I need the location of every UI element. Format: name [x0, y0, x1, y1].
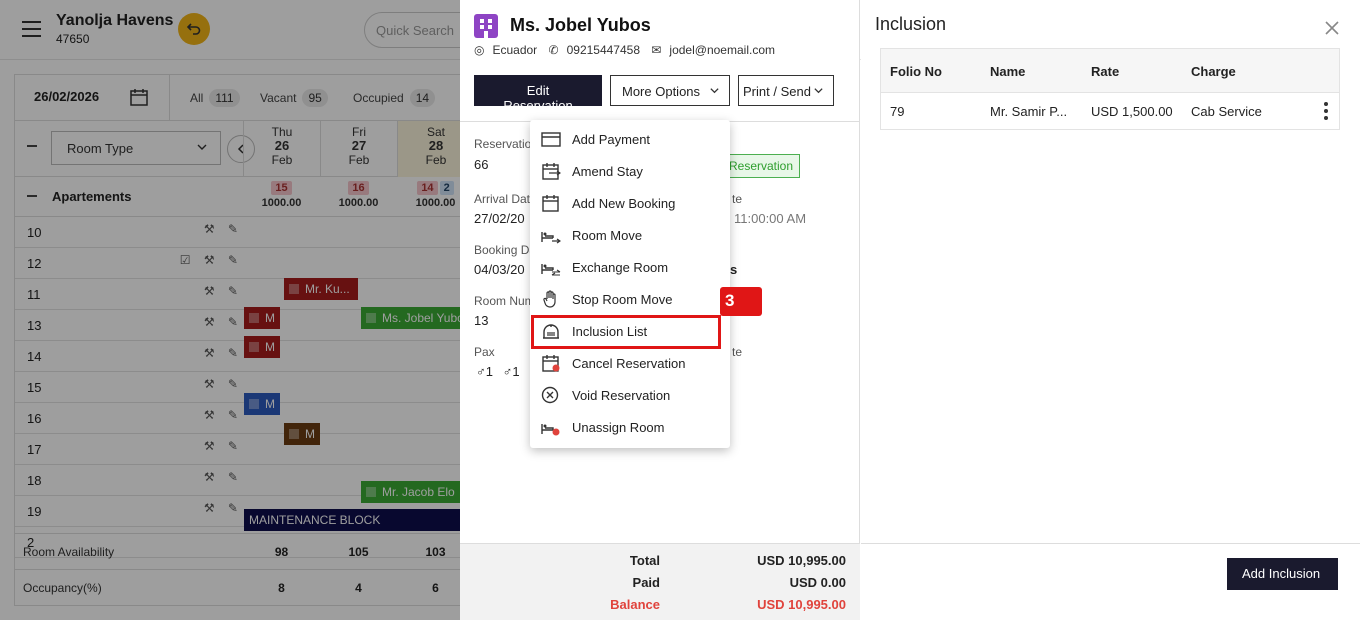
menu-item-void-reservation[interactable]: Void Reservation: [530, 379, 730, 411]
print-send-button[interactable]: Print / Send: [738, 75, 834, 106]
cell-name: Mr. Samir P...: [990, 104, 1068, 119]
guest-email: jodel@noemail.com: [669, 43, 775, 57]
hand-icon: [543, 290, 556, 308]
pax-values: ♂1 ♂1: [476, 364, 520, 379]
inclusion-table: Folio No Name Rate Charge 79 Mr. Samir P…: [880, 48, 1340, 130]
menu-item-label: Room Move: [572, 228, 643, 243]
menu-item-add-payment[interactable]: Add Payment: [530, 123, 730, 155]
total-value: USD 10,995.00: [757, 553, 846, 568]
balance-label: Balance: [610, 597, 660, 612]
child-icon: ♂: [502, 364, 513, 379]
arrival-label: Arrival Dat: [474, 192, 531, 206]
more-options-label: More Options: [622, 84, 701, 99]
circle-x-icon: [541, 386, 559, 404]
menu-item-exchange-room[interactable]: Exchange Room: [530, 251, 730, 283]
column-header: Name: [990, 64, 1026, 79]
menu-item-cancel-reservation[interactable]: Cancel Reservation: [530, 347, 730, 379]
column-header: Folio No: [890, 64, 942, 79]
menu-item-label: Amend Stay: [572, 164, 643, 179]
menu-item-label: Cancel Reservation: [572, 356, 686, 371]
divider: [861, 543, 1360, 544]
print-send-label: Print / Send: [743, 84, 811, 99]
column-header: Charge: [1191, 64, 1236, 79]
departure-label: te: [732, 192, 743, 206]
menu-item-label: Add New Booking: [572, 196, 676, 211]
booking-extra: s: [730, 262, 738, 277]
room-number-label: Room Num: [474, 294, 535, 308]
table-header: Folio No Name Rate Charge: [881, 49, 1339, 93]
balance-value: USD 10,995.00: [757, 597, 846, 612]
totals-summary: Total USD 10,995.00 Paid USD 0.00 Balanc…: [460, 543, 860, 620]
reservation-no-value: 66: [474, 157, 489, 172]
menu-item-label: Stop Room Move: [572, 292, 673, 307]
highlight-box: [531, 315, 721, 349]
menu-item-unassign-room[interactable]: Unassign Room: [530, 411, 730, 443]
guest-contact: ◎ Ecuador ✆ 09215447458 ✉ jodel@noemail.com: [474, 43, 783, 57]
paid-value: USD 0.00: [789, 575, 846, 590]
pax-children: 1: [512, 364, 520, 379]
column-header: Rate: [1091, 64, 1120, 79]
reservation-no-label: Reservatio: [474, 137, 532, 151]
modal-overlay[interactable]: [0, 0, 460, 620]
booking-date-value: 04/03/20: [474, 262, 525, 277]
menu-item-stop-room-move[interactable]: Stop Room Move: [530, 283, 730, 315]
guest-country: Ecuador: [492, 43, 538, 57]
pax-adults: 1: [485, 364, 493, 379]
guest-name: Ms. Jobel Yubos: [510, 15, 651, 35]
menu-item-label: Void Reservation: [572, 388, 671, 403]
row-actions-icon[interactable]: [1324, 102, 1328, 120]
booking-date-label: Booking Da: [474, 243, 537, 257]
bed-exchange-icon: [541, 264, 561, 276]
menu-item-label: Exchange Room: [572, 260, 669, 275]
pax-label: Pax: [474, 345, 495, 359]
adult-icon: ♂: [476, 364, 486, 379]
card-icon: [541, 132, 561, 147]
departure-time: 11:00:00 AM: [734, 211, 807, 226]
paid-label: Paid: [632, 575, 660, 590]
close-icon[interactable]: [1324, 20, 1340, 36]
calendar-cancel-icon: [542, 355, 560, 372]
cell-charge: Cab Service: [1191, 104, 1262, 119]
calendar-icon: [542, 195, 559, 212]
menu-item-amend-stay[interactable]: Amend Stay: [530, 155, 730, 187]
chevron-down-icon: [710, 88, 719, 94]
bed-unassign-icon: [541, 424, 560, 436]
status-badge: Reservation: [722, 154, 801, 178]
guest-phone: 09215447458: [566, 43, 641, 57]
menu-item-room-move[interactable]: Room Move: [530, 219, 730, 251]
inclusion-title: Inclusion: [875, 14, 947, 34]
bed-move-icon: [541, 232, 561, 244]
total-label: Total: [629, 553, 660, 568]
more-options-menu: Add Payment Amend Stay Add New Booking R…: [530, 120, 730, 448]
menu-item-add-new-booking[interactable]: Add New Booking: [530, 187, 730, 219]
edit-reservation-button[interactable]: Edit Reservation: [474, 75, 602, 113]
cell-rate: USD 1,500.00: [1091, 104, 1173, 119]
mail-icon: ✉: [651, 43, 662, 57]
chevron-down-icon: [814, 88, 823, 94]
add-inclusion-button[interactable]: Add Inclusion: [1227, 558, 1338, 590]
more-options-button[interactable]: More Options: [610, 75, 730, 106]
arrival-value: 27/02/20: [474, 211, 525, 226]
room-number-value: 13: [474, 313, 489, 328]
pax-extra-label: te: [732, 345, 743, 359]
menu-item-label: Unassign Room: [572, 420, 665, 435]
calendar-amend-icon: [542, 163, 561, 180]
cell-folio: 79: [890, 104, 905, 119]
step-badge: 3: [720, 287, 762, 316]
location-icon: ◎: [474, 43, 485, 57]
inclusion-panel: Inclusion Folio No Name Rate Charge 79 M…: [861, 0, 1360, 620]
menu-item-label: Add Payment: [572, 132, 651, 147]
phone-icon: ✆: [548, 43, 559, 57]
building-icon: [474, 14, 498, 38]
